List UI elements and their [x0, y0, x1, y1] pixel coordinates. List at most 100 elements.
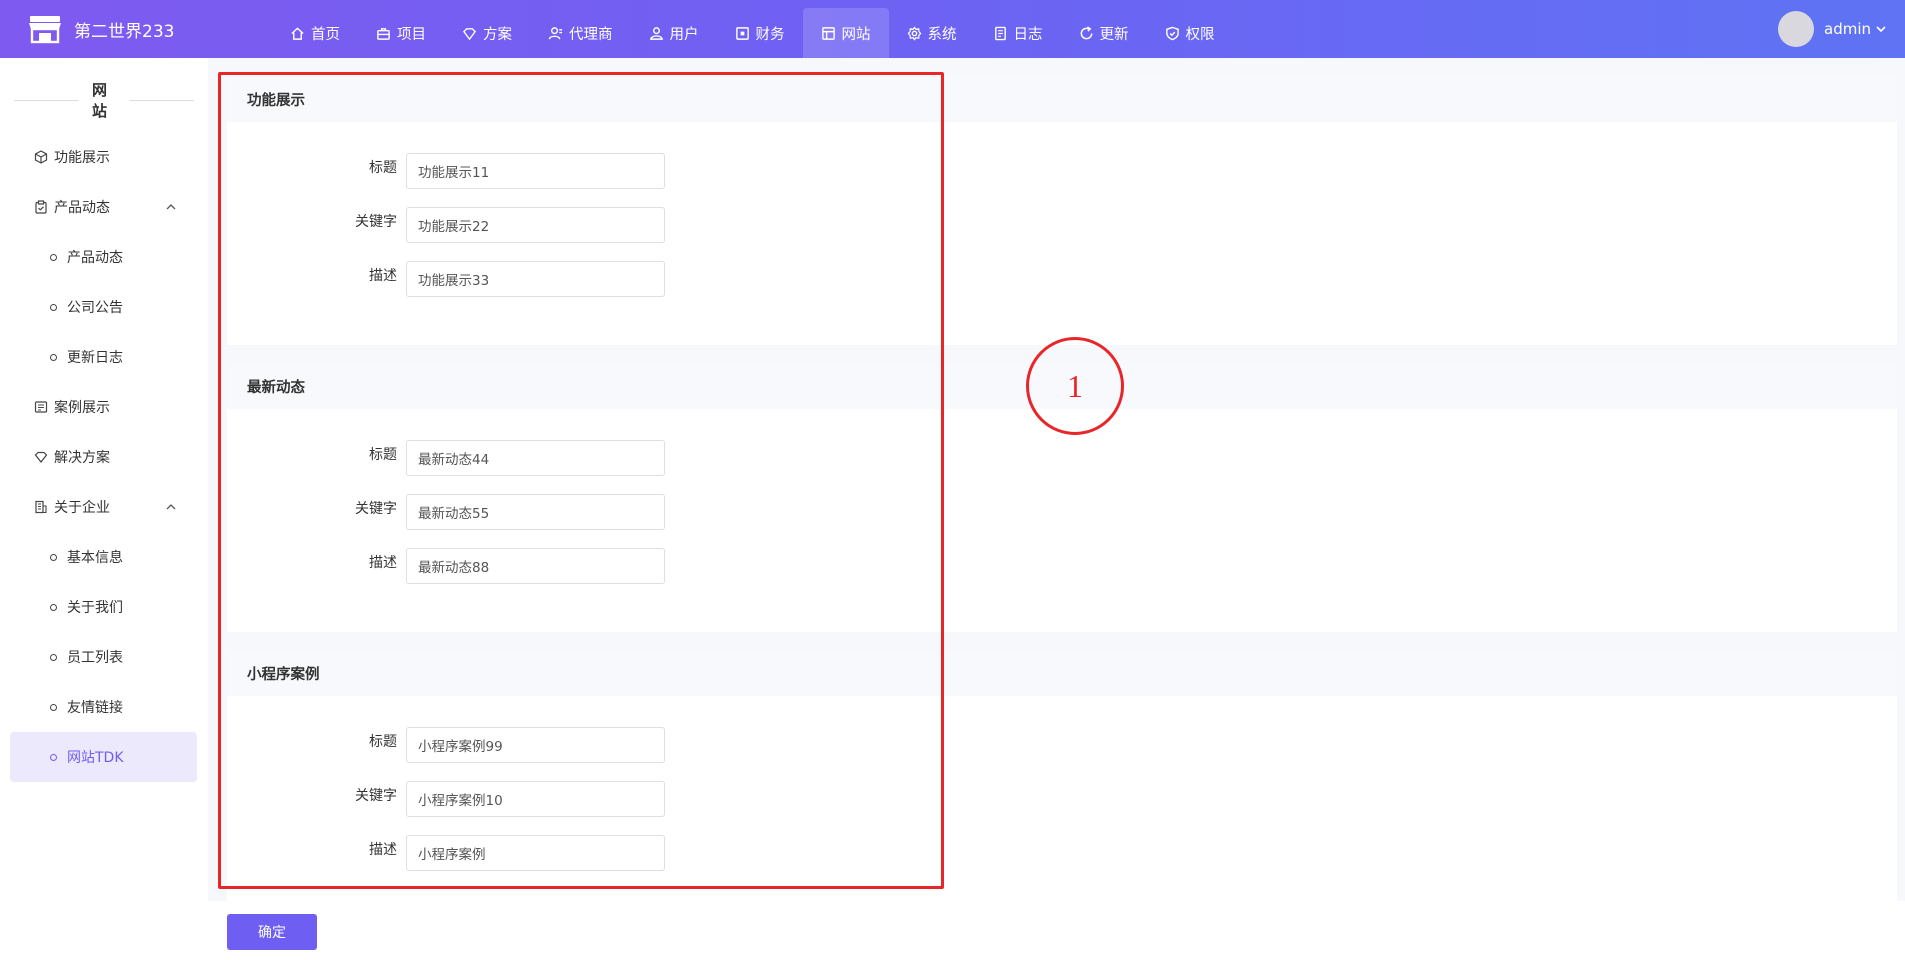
sidebar-item-label: 基本信息 — [67, 550, 123, 566]
section-title: 小程序案例 — [227, 651, 1897, 696]
sidebar-item-friend-links[interactable]: 友情链接 — [10, 682, 197, 732]
field-label: 标题 — [369, 734, 397, 750]
sidebar-item-label: 更新日志 — [67, 350, 123, 366]
refresh-icon — [1080, 25, 1092, 39]
sidebar-item-label: 网站TDK — [67, 750, 124, 766]
nav-finance[interactable]: 财务 — [717, 8, 803, 58]
sidebar-item-label: 公司公告 — [67, 300, 123, 316]
bullet-icon — [50, 753, 57, 761]
field-label: 关键字 — [355, 214, 397, 230]
bullet-icon — [50, 653, 57, 661]
keywords-input[interactable] — [406, 207, 665, 243]
form-row-title: 标题 — [227, 153, 827, 189]
website-icon — [821, 26, 835, 40]
form-row-keywords: 关键字 — [227, 494, 827, 530]
sidebar-item-label: 员工列表 — [67, 650, 123, 666]
nav-label: 系统 — [927, 26, 957, 43]
form-footer: 确定 — [208, 901, 1905, 960]
nav-label: 网站 — [841, 26, 871, 43]
main-nav: 首页 项目 方案 代理商 用户 财务 网站 系统 日志 更新 权限 — [272, 8, 1233, 58]
cube-icon — [34, 150, 48, 164]
nav-label: 方案 — [483, 26, 512, 43]
nav-home[interactable]: 首页 — [272, 8, 358, 58]
title-input[interactable] — [406, 727, 665, 763]
sidebar-item-case-display[interactable]: 案例展示 — [10, 382, 197, 432]
section-title: 功能展示 — [227, 77, 1897, 122]
sidebar-item-staff-list[interactable]: 员工列表 — [10, 632, 197, 682]
sidebar-item-about-company-group[interactable]: 关于企业 — [10, 482, 197, 532]
sidebar-item-product-news-group[interactable]: 产品动态 — [10, 182, 197, 232]
nav-system[interactable]: 系统 — [889, 8, 975, 58]
case-icon — [34, 401, 48, 413]
chevron-up-icon — [166, 504, 176, 510]
title-input[interactable] — [406, 440, 665, 476]
sidebar-item-website-tdk[interactable]: 网站TDK — [10, 732, 197, 782]
bullet-icon — [50, 703, 57, 711]
keywords-input[interactable] — [406, 494, 665, 530]
field-label: 描述 — [369, 268, 397, 284]
main-content: 功能展示 标题 关键字 描述 最新动态 标题 关键字 描述 小程序案例 — [208, 58, 1905, 960]
sidebar-menu: 功能展示 产品动态 产品动态 公司公告 更新日志 案例展示 解决方案 关于企业 … — [10, 132, 197, 782]
nav-agent[interactable]: 代理商 — [530, 8, 631, 58]
nav-label: 用户 — [669, 26, 699, 43]
bullet-icon — [50, 303, 57, 311]
bullet-icon — [50, 253, 57, 261]
confirm-button[interactable]: 确定 — [227, 914, 317, 950]
nav-permission[interactable]: 权限 — [1147, 8, 1233, 58]
user-name: admin — [1824, 20, 1871, 38]
keywords-input[interactable] — [406, 781, 665, 817]
nav-website[interactable]: 网站 — [802, 8, 889, 58]
sidebar-item-label: 解决方案 — [54, 450, 110, 466]
sidebar-item-product-news[interactable]: 产品动态 — [10, 232, 197, 282]
form-row-title: 标题 — [227, 727, 827, 763]
nav-project[interactable]: 项目 — [358, 8, 444, 58]
chevron-down-icon — [1876, 26, 1886, 33]
brand[interactable]: 第二世界233 — [28, 12, 174, 46]
top-navbar: 第二世界233 首页 项目 方案 代理商 用户 财务 网站 系统 日志 更新 权… — [0, 0, 1905, 58]
sidebar-item-basic-info[interactable]: 基本信息 — [10, 532, 197, 582]
sidebar-item-company-notice[interactable]: 公司公告 — [10, 282, 197, 332]
diamond-icon — [34, 451, 48, 463]
nav-label: 财务 — [755, 26, 785, 43]
sidebar-item-label: 关于我们 — [67, 600, 123, 616]
bullet-icon — [50, 553, 57, 561]
section-feature-display: 功能展示 标题 关键字 描述 — [227, 77, 1897, 345]
clipboard-icon — [35, 200, 47, 214]
description-input[interactable] — [406, 261, 665, 297]
brand-name: 第二世界233 — [74, 21, 175, 42]
form-row-description: 描述 — [227, 835, 827, 871]
field-label: 关键字 — [355, 501, 397, 517]
home-icon — [291, 26, 304, 40]
sidebar-item-label: 产品动态 — [67, 250, 123, 266]
avatar[interactable] — [1778, 11, 1814, 47]
field-label: 标题 — [369, 160, 397, 176]
sidebar-item-about-us[interactable]: 关于我们 — [10, 582, 197, 632]
sidebar-title: 网站 — [0, 81, 208, 120]
field-label: 关键字 — [355, 788, 397, 804]
finance-icon — [735, 26, 749, 40]
chevron-up-icon — [166, 204, 176, 210]
diamond-icon — [462, 27, 477, 40]
shield-icon — [1165, 26, 1179, 40]
title-input[interactable] — [406, 153, 665, 189]
nav-label: 项目 — [397, 26, 426, 43]
field-label: 标题 — [369, 447, 397, 463]
form-row-description: 描述 — [227, 261, 827, 297]
sidebar: 网站 功能展示 产品动态 产品动态 公司公告 更新日志 案例展示 解决方案 关于… — [0, 58, 208, 960]
sidebar-item-feature-display[interactable]: 功能展示 — [10, 132, 197, 182]
nav-update[interactable]: 更新 — [1061, 8, 1147, 58]
sidebar-item-changelog[interactable]: 更新日志 — [10, 332, 197, 382]
user-menu[interactable]: admin — [1778, 10, 1887, 48]
sidebar-item-label: 案例展示 — [54, 400, 110, 416]
nav-log[interactable]: 日志 — [975, 8, 1061, 58]
sidebar-item-solutions[interactable]: 解决方案 — [10, 432, 197, 482]
nav-users[interactable]: 用户 — [631, 8, 717, 58]
description-input[interactable] — [406, 835, 665, 871]
nav-label: 代理商 — [569, 26, 613, 43]
users-icon — [649, 26, 663, 40]
section-mini-program-case: 小程序案例 标题 关键字 描述 — [227, 651, 1897, 901]
nav-label: 首页 — [311, 26, 340, 43]
nav-plan[interactable]: 方案 — [444, 8, 530, 58]
section-title: 最新动态 — [227, 364, 1897, 409]
description-input[interactable] — [406, 548, 665, 584]
